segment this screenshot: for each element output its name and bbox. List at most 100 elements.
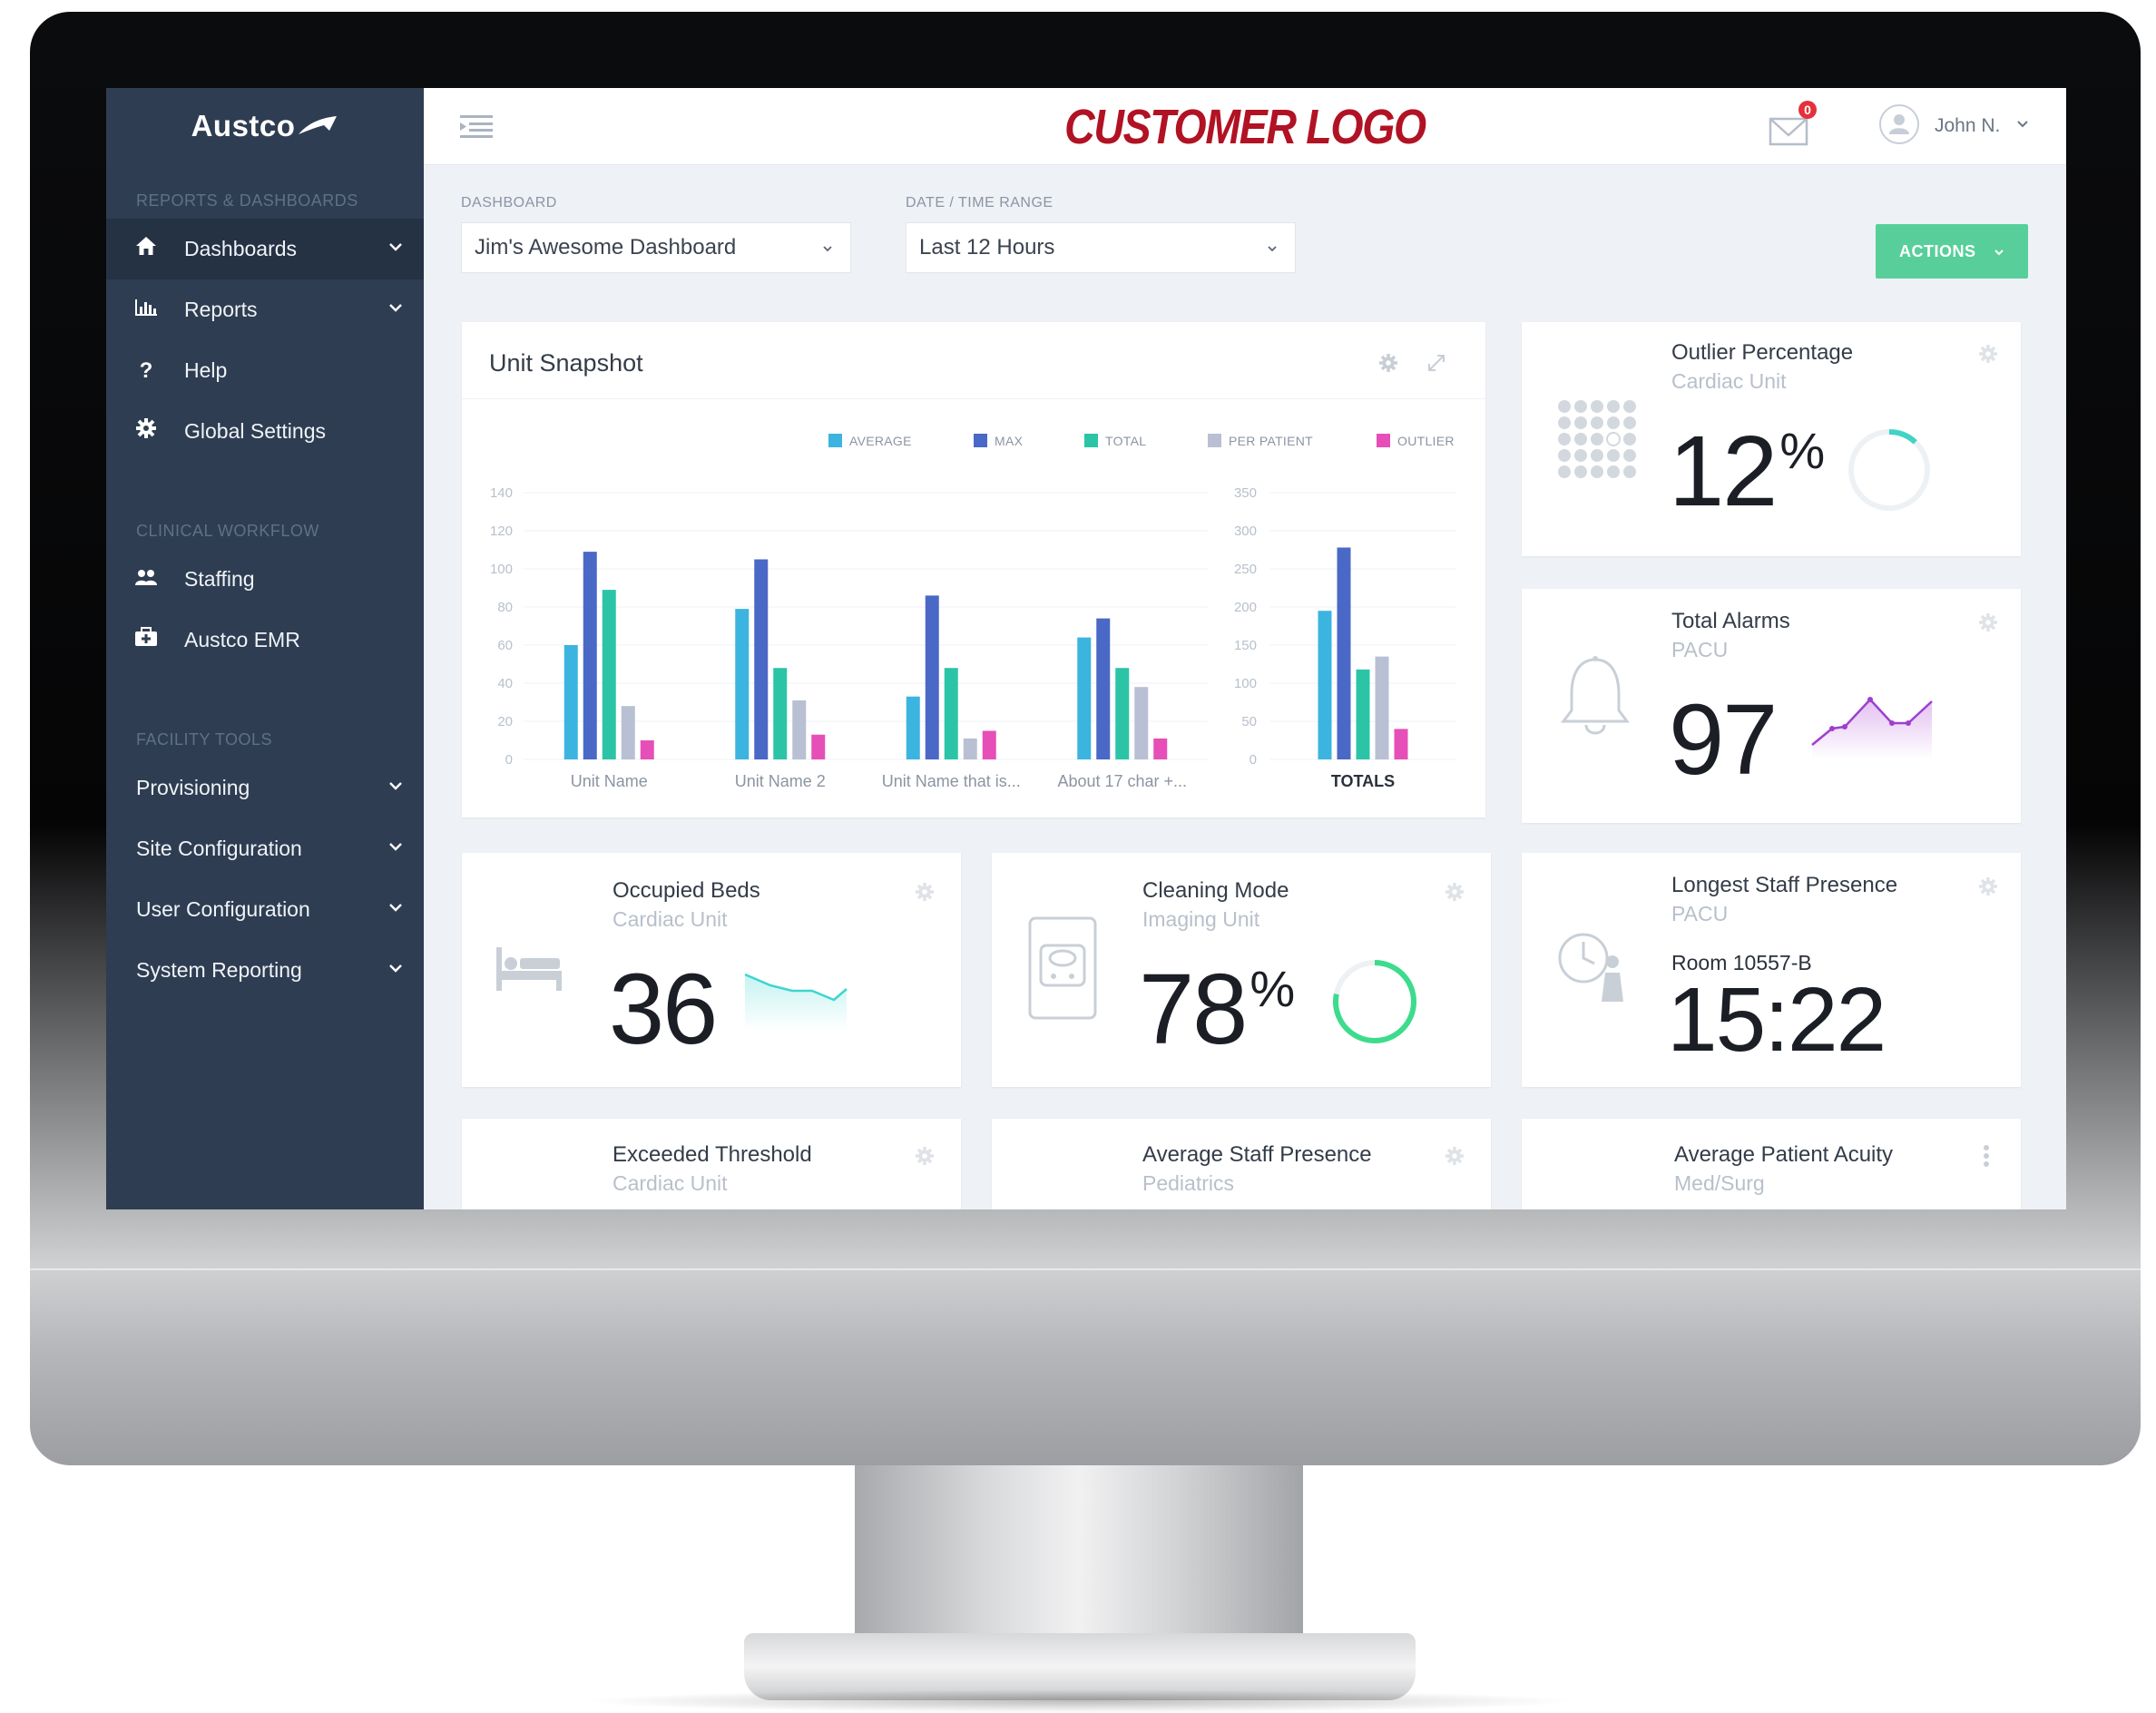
sidebar-item-user-configuration[interactable]: User Configuration (106, 879, 424, 940)
sidebar-item-provisioning[interactable]: Provisioning (106, 758, 424, 818)
sidebar-item-system-reporting[interactable]: System Reporting (106, 940, 424, 1001)
sidebar-item-help[interactable]: ? Help (106, 340, 424, 401)
sidebar-item-label: User Configuration (136, 897, 310, 921)
card-title: Exceeded Threshold (612, 1142, 812, 1167)
card-subtitle: Cardiac Unit (1671, 369, 1787, 393)
home-icon (133, 236, 159, 262)
user-name[interactable]: John N. (1935, 115, 2000, 137)
y-tick-label: 150 (1234, 638, 1257, 653)
chevron-down-icon (1268, 246, 1277, 252)
gear-icon[interactable] (1978, 344, 1998, 364)
y-tick-label: 140 (490, 485, 513, 501)
gear-icon[interactable] (915, 882, 935, 902)
grid-dot (1607, 465, 1620, 478)
gear-icon[interactable] (1445, 882, 1465, 902)
chevron-down-icon[interactable] (2015, 117, 2030, 132)
dashboard-select-value: Jim's Awesome Dashboard (475, 235, 737, 259)
avatar[interactable] (1879, 104, 1919, 144)
sidebar-item-global-settings[interactable]: Global Settings (106, 401, 424, 462)
date-range-value: Last 12 Hours (919, 235, 1055, 259)
more-options-icon[interactable] (1983, 1144, 1990, 1168)
y-tick-label: 40 (497, 676, 513, 691)
bar-average (1077, 637, 1092, 759)
chevron-down-icon (1994, 250, 2004, 256)
stand-shadow (581, 1689, 1579, 1713)
grid-dot (1574, 449, 1587, 462)
sidebar-item-site-configuration[interactable]: Site Configuration (106, 818, 424, 879)
outlier-progress-ring (1848, 429, 1930, 511)
y-tick-label: 0 (505, 752, 513, 768)
menu-toggle-icon[interactable] (460, 113, 493, 139)
gear-icon (133, 418, 159, 445)
bar-outlier (1394, 729, 1408, 759)
y-tick-label: 250 (1234, 562, 1257, 577)
sidebar-section-facility: FACILITY TOOLS (136, 730, 273, 749)
sidebar-section-reports: REPORTS & DASHBOARDS (136, 191, 358, 210)
chevron-down-icon (389, 964, 402, 973)
bar-total (773, 668, 788, 759)
bar-per-patient (1134, 687, 1149, 759)
sidebar-item-staffing[interactable]: Staffing (106, 549, 424, 610)
y-tick-label: 300 (1234, 524, 1257, 539)
users-icon (133, 567, 159, 592)
date-range-select[interactable]: Last 12 Hours (906, 222, 1296, 273)
bar-outlier (982, 730, 996, 759)
bar-average (1318, 611, 1332, 759)
bar-total (944, 668, 958, 759)
bed-icon (496, 947, 562, 991)
sidebar-item-austco-emr[interactable]: Austco EMR (106, 610, 424, 671)
chevron-down-icon (389, 243, 402, 251)
average-patient-acuity-card: Average Patient Acuity Med/Surg (1522, 1119, 2021, 1209)
sidebar-item-dashboards[interactable]: Dashboards (106, 219, 424, 279)
clock-person-icon (1558, 933, 1623, 1002)
x-category-label: Unit Name (571, 772, 648, 790)
card-subtitle: PACU (1671, 902, 1729, 925)
grid-dot (1574, 400, 1587, 413)
grid-dot (1558, 433, 1571, 445)
bar-max (583, 552, 597, 759)
grid-dot (1623, 449, 1636, 462)
notification-badge: 0 (1798, 101, 1817, 119)
sidebar-item-label: Reports (184, 298, 258, 321)
y-tick-label: 20 (497, 714, 513, 729)
actions-button[interactable]: ACTIONS (1876, 224, 2028, 279)
exceeded-threshold-card: Exceeded Threshold Cardiac Unit (462, 1119, 961, 1209)
longest-staff-presence-card: Longest Staff Presence PACU Room 10557-B… (1522, 853, 2021, 1087)
chevron-down-icon (823, 246, 832, 252)
customer-logo: CUSTOMER LOGO (1064, 100, 1426, 154)
grid-dot (1558, 449, 1571, 462)
y-tick-label: 100 (1234, 676, 1257, 691)
bar-outlier (1153, 738, 1168, 759)
cleaning-progress-ring (1333, 960, 1416, 1043)
gear-icon[interactable] (915, 1146, 935, 1166)
alarms-sparkline (1811, 697, 1933, 759)
total-alarms-card: Total Alarms PACU 97 (1522, 589, 2021, 823)
dashboard-field-label: DASHBOARD (461, 195, 557, 210)
bar-outlier (640, 740, 654, 759)
gear-icon[interactable] (1978, 876, 1998, 896)
range-field-label: DATE / TIME RANGE (906, 195, 1054, 210)
sidebar-item-label: Help (184, 358, 228, 382)
gear-icon[interactable] (1978, 612, 1998, 632)
cleaning-mode-card: Cleaning Mode Imaging Unit 78% (992, 853, 1491, 1087)
card-title: Outlier Percentage (1671, 340, 1854, 365)
unit-snapshot-card: Unit Snapshot AVERAGE MAX TOTAL PER PATI… (462, 322, 1485, 817)
y-tick-label: 120 (490, 524, 513, 539)
bar-total (602, 590, 616, 759)
card-subtitle: Cardiac Unit (612, 907, 728, 931)
sidebar-item-reports[interactable]: Reports (106, 279, 424, 340)
brand-name: Austco (191, 109, 296, 142)
bar-max (1337, 547, 1351, 759)
app-screen: Austco REPORTS & DASHBOARDS Dashboards R… (106, 88, 2066, 1209)
grid-dot (1591, 465, 1603, 478)
device-icon (1028, 916, 1097, 1020)
brand-logo[interactable]: Austco (106, 88, 424, 164)
dashboard-select[interactable]: Jim's Awesome Dashboard (461, 222, 851, 273)
sidebar-item-label: System Reporting (136, 958, 302, 982)
total-alarms-value: 97 (1669, 684, 1778, 796)
sidebar-item-label: Dashboards (184, 237, 298, 260)
bar-per-patient (1375, 656, 1389, 759)
bar-per-patient (963, 738, 977, 759)
gear-icon[interactable] (1445, 1146, 1465, 1166)
x-category-label: Unit Name that is... (882, 772, 1021, 790)
